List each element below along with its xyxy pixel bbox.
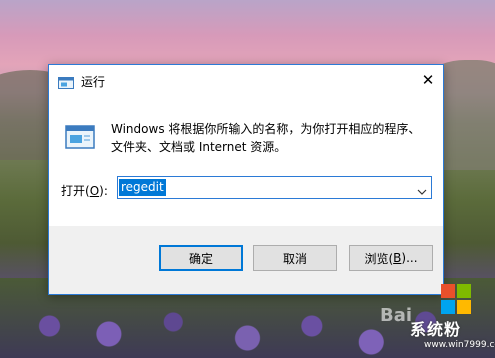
close-button[interactable]: ✕ <box>413 65 443 95</box>
title-bar[interactable]: 运行 ✕ <box>49 65 443 96</box>
windows-logo-icon <box>441 284 471 314</box>
chevron-down-icon[interactable] <box>417 182 427 195</box>
watermark-url: www.win7999.com <box>424 340 495 350</box>
run-command-input[interactable]: regedit <box>117 176 432 199</box>
dialog-title: 运行 <box>81 75 106 89</box>
run-icon <box>65 125 95 149</box>
browse-button[interactable]: 浏览(B)... <box>349 245 433 271</box>
cancel-button[interactable]: 取消 <box>253 245 337 271</box>
desktop-background: 运行 ✕ Windows 将根据你所输入的名称，为你打开相应的程序、文件夹、文档… <box>0 0 495 358</box>
watermark-brand: 系统粉 <box>410 320 462 339</box>
button-bar: 确定 取消 浏览(B)... <box>49 226 443 294</box>
dialog-description: Windows 将根据你所输入的名称，为你打开相应的程序、文件夹、文档或 Int… <box>111 122 421 154</box>
run-icon <box>58 74 74 89</box>
run-dialog: 运行 ✕ Windows 将根据你所输入的名称，为你打开相应的程序、文件夹、文档… <box>48 64 444 295</box>
baidu-watermark: Bai <box>380 305 413 326</box>
close-icon: ✕ <box>421 71 435 89</box>
open-label: 打开(O): <box>61 184 108 198</box>
ok-button[interactable]: 确定 <box>159 245 243 271</box>
run-command-value[interactable]: regedit <box>119 179 166 196</box>
